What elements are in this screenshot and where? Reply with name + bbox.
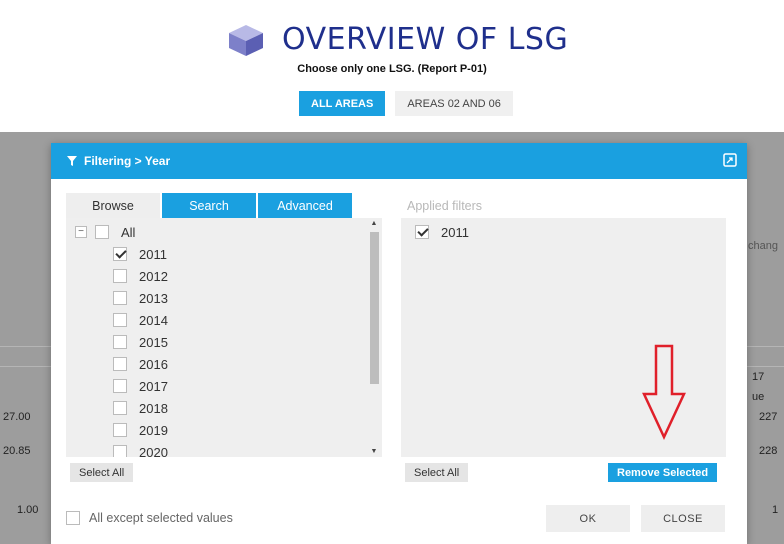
bg-text: chang	[748, 240, 778, 252]
scroll-up-icon[interactable]: ▲	[369, 220, 379, 227]
tab-all-areas[interactable]: ALL AREAS	[299, 91, 386, 116]
area-tabs: ALL AREAS AREAS 02 AND 06	[299, 91, 513, 116]
page-title: OVERVIEW OF LSG	[282, 22, 569, 57]
except-selected-label: All except selected values	[89, 511, 233, 525]
tab-areas-02-and-06[interactable]: AREAS 02 AND 06	[395, 91, 513, 116]
checkbox[interactable]	[113, 357, 127, 371]
applied-item[interactable]: 2011	[415, 223, 469, 241]
checkbox[interactable]	[415, 225, 429, 239]
checkbox[interactable]	[113, 313, 127, 327]
checkbox[interactable]	[66, 511, 80, 525]
filter-tabs: Browse Search Advanced	[66, 193, 354, 218]
bg-cell: 1.00	[17, 504, 39, 516]
scroll-down-icon[interactable]: ▼	[369, 448, 379, 455]
bg-cell: 228	[759, 445, 778, 457]
list-item-year[interactable]: 2011	[113, 245, 167, 263]
scroll-thumb[interactable]	[370, 232, 379, 384]
tab-search[interactable]: Search	[162, 193, 256, 218]
bg-cell: 1	[772, 504, 779, 516]
list-item-label: 2018	[139, 400, 168, 416]
list-item-label: 2020	[139, 444, 168, 458]
filter-icon	[67, 156, 77, 166]
list-item-year[interactable]: 2013	[113, 289, 168, 307]
close-button[interactable]: CLOSE	[641, 505, 725, 532]
page-title-row: OVERVIEW OF LSG	[226, 22, 568, 57]
collapse-icon[interactable]: −	[75, 226, 87, 238]
select-all-button[interactable]: Select All	[70, 463, 134, 482]
list-item-year[interactable]: 2016	[113, 355, 168, 373]
list-item-label: 2015	[139, 334, 168, 350]
bg-cell: ue	[752, 391, 765, 403]
bg-cell: 27.00	[3, 411, 31, 423]
dialog-header: Filtering > Year	[51, 143, 747, 179]
list-item-label: 2019	[139, 422, 168, 438]
applied-filters-title: Applied filters	[407, 199, 483, 213]
bg-cell: 227	[759, 411, 778, 423]
page-subtitle: Choose only one LSG. (Report P-01)	[297, 63, 487, 75]
checkbox[interactable]	[113, 401, 127, 415]
checkbox[interactable]	[113, 291, 127, 305]
applied-item-label: 2011	[441, 224, 469, 240]
list-item-year[interactable]: 2019	[113, 421, 168, 439]
list-item-year[interactable]: 2017	[113, 377, 168, 395]
ok-button[interactable]: OK	[546, 505, 630, 532]
maximize-icon[interactable]	[723, 153, 737, 167]
scrollbar[interactable]: ▲ ▼	[369, 220, 379, 455]
list-item-all[interactable]: − All	[75, 223, 135, 241]
dialog-title: Filtering > Year	[84, 154, 171, 168]
down-arrow-icon	[642, 344, 686, 440]
list-item-label: 2017	[139, 378, 168, 394]
checkbox[interactable]	[113, 423, 127, 437]
checkbox[interactable]	[113, 247, 127, 261]
tab-browse[interactable]: Browse	[66, 193, 160, 218]
except-selected-option[interactable]: All except selected values	[66, 511, 233, 525]
cube-icon	[229, 24, 263, 56]
list-item-year[interactable]: 2020	[113, 443, 168, 457]
checkbox[interactable]	[113, 445, 127, 457]
list-item-year[interactable]: 2014	[113, 311, 168, 329]
list-item-label: 2013	[139, 290, 168, 306]
list-item-label: 2011	[139, 246, 167, 262]
checkbox[interactable]	[113, 269, 127, 283]
list-item-label: All	[121, 224, 136, 240]
list-item-label: 2012	[139, 268, 168, 284]
list-item-year[interactable]: 2018	[113, 399, 168, 417]
list-item-label: 2014	[139, 312, 168, 328]
checkbox[interactable]	[95, 225, 109, 239]
list-item-year[interactable]: 2015	[113, 333, 168, 351]
list-item-label: 2016	[139, 356, 168, 372]
tab-advanced[interactable]: Advanced	[258, 193, 352, 218]
year-list[interactable]: − All 2011 2012 2013 2014 2015 2016 2017 2018 20…	[66, 218, 382, 457]
bg-cell: 20.85	[3, 445, 31, 457]
list-item-year[interactable]: 2012	[113, 267, 168, 285]
page-header: OVERVIEW OF LSG Choose only one LSG. (Re…	[0, 0, 784, 132]
remove-selected-button[interactable]: Remove Selected	[608, 463, 718, 482]
checkbox[interactable]	[113, 379, 127, 393]
select-all-applied-button[interactable]: Select All	[405, 463, 469, 482]
bg-cell: 17	[752, 371, 765, 383]
checkbox[interactable]	[113, 335, 127, 349]
